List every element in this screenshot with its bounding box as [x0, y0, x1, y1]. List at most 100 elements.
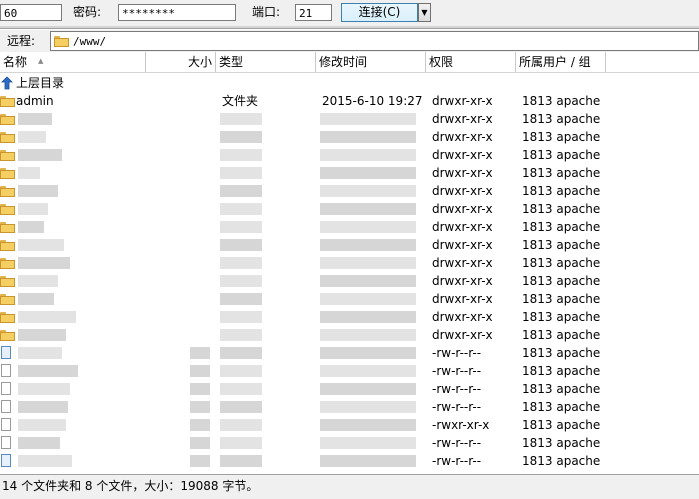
connect-dropdown-button[interactable]: ▼: [418, 3, 431, 22]
file-permissions: drwxr-xr-x: [432, 202, 493, 216]
file-owner: 1813 apache: [522, 184, 601, 198]
redacted-block: [320, 455, 416, 467]
file-owner: 1813 apache: [522, 94, 601, 108]
file-owner: 1813 apache: [522, 112, 601, 126]
file-owner: 1813 apache: [522, 238, 601, 252]
chevron-down-icon: ▼: [421, 8, 428, 17]
redacted-block: [190, 437, 210, 449]
column-header-type[interactable]: 类型: [216, 52, 316, 72]
redacted-block: [220, 347, 262, 359]
table-row[interactable]: drwxr-xr-x 1813 apache: [0, 128, 699, 146]
file-permissions: drwxr-xr-x: [432, 148, 493, 162]
redacted-block: [320, 185, 416, 197]
redacted-block: [220, 221, 262, 233]
redacted-block: [18, 419, 66, 431]
redacted-block: [320, 401, 416, 413]
host-field[interactable]: 60: [0, 4, 62, 21]
file-owner: 1813 apache: [522, 310, 601, 324]
file-permissions: -rw-r--r--: [432, 400, 482, 414]
file-modified: 2015-6-10 19:27: [322, 94, 423, 108]
table-row[interactable]: drwxr-xr-x 1813 apache: [0, 164, 699, 182]
table-row[interactable]: -rw-r--r-- 1813 apache: [0, 452, 699, 470]
folder-icon: [0, 96, 15, 107]
table-row[interactable]: drwxr-xr-x 1813 apache: [0, 110, 699, 128]
table-row[interactable]: -rw-r--r-- 1813 apache: [0, 398, 699, 416]
redacted-block: [220, 293, 262, 305]
column-header-permissions-label: 权限: [429, 55, 454, 69]
table-row[interactable]: drwxr-xr-x 1813 apache: [0, 218, 699, 236]
redacted-block: [18, 365, 78, 377]
redacted-block: [320, 437, 416, 449]
folder-icon: [0, 222, 15, 233]
file-owner: 1813 apache: [522, 364, 601, 378]
redacted-block: [18, 347, 62, 359]
column-header-permissions[interactable]: 权限: [426, 52, 516, 72]
file-owner: 1813 apache: [522, 400, 601, 414]
table-row[interactable]: -rwxr-xr-x 1813 apache: [0, 416, 699, 434]
password-label: 密码:: [73, 5, 102, 19]
file-owner: 1813 apache: [522, 274, 601, 288]
column-header-modified[interactable]: 修改时间: [316, 52, 426, 72]
redacted-block: [18, 149, 62, 161]
table-row[interactable]: -rw-r--r-- 1813 apache: [0, 380, 699, 398]
file-permissions: -rw-r--r--: [432, 346, 482, 360]
table-row[interactable]: drwxr-xr-x 1813 apache: [0, 326, 699, 344]
folder-icon: [0, 330, 15, 341]
file-permissions: drwxr-xr-x: [432, 328, 493, 342]
table-row[interactable]: drwxr-xr-x 1813 apache: [0, 308, 699, 326]
redacted-block: [18, 167, 40, 179]
file-permissions: drwxr-xr-x: [432, 184, 493, 198]
folder-icon: [0, 168, 15, 179]
redacted-block: [220, 401, 262, 413]
table-row[interactable]: -rw-r--r-- 1813 apache: [0, 344, 699, 362]
column-header-owner[interactable]: 所属用户 / 组: [516, 52, 606, 72]
connect-button[interactable]: 连接(C): [341, 3, 418, 22]
column-header-name[interactable]: 名称 ▲: [0, 52, 146, 72]
column-header-size[interactable]: 大小: [146, 52, 216, 72]
remote-path-value: /www/: [73, 35, 107, 48]
redacted-block: [220, 311, 262, 323]
table-row[interactable]: drwxr-xr-x 1813 apache: [0, 146, 699, 164]
table-row[interactable]: -rw-r--r-- 1813 apache: [0, 362, 699, 380]
file-owner: 1813 apache: [522, 220, 601, 234]
file-permissions: -rw-r--r--: [432, 454, 482, 468]
sort-ascending-icon: ▲: [38, 57, 44, 65]
port-field[interactable]: 21: [295, 4, 332, 21]
file-icon: [1, 400, 11, 413]
redacted-block: [18, 401, 68, 413]
table-row[interactable]: drwxr-xr-x 1813 apache: [0, 200, 699, 218]
folder-icon: [0, 204, 15, 215]
parent-directory-row[interactable]: 上层目录: [0, 74, 699, 92]
redacted-block: [18, 113, 52, 125]
table-row[interactable]: drwxr-xr-x 1813 apache: [0, 182, 699, 200]
table-row[interactable]: -rw-r--r-- 1813 apache: [0, 434, 699, 452]
file-owner: 1813 apache: [522, 328, 601, 342]
table-row[interactable]: admin 文件夹 2015-6-10 19:27 drwxr-xr-x 1813 ap…: [0, 92, 699, 110]
file-owner: 1813 apache: [522, 148, 601, 162]
table-row[interactable]: drwxr-xr-x 1813 apache: [0, 236, 699, 254]
redacted-block: [320, 275, 416, 287]
table-row[interactable]: drwxr-xr-x 1813 apache: [0, 254, 699, 272]
redacted-block: [320, 131, 416, 143]
file-owner: 1813 apache: [522, 382, 601, 396]
file-permissions: drwxr-xr-x: [432, 94, 493, 108]
file-owner: 1813 apache: [522, 292, 601, 306]
column-header-size-label: 大小: [187, 55, 212, 69]
file-type: 文件夹: [222, 94, 259, 108]
table-row[interactable]: drwxr-xr-x 1813 apache: [0, 272, 699, 290]
file-permissions: -rw-r--r--: [432, 436, 482, 450]
column-header-owner-label: 所属用户 / 组: [519, 55, 591, 69]
file-permissions: drwxr-xr-x: [432, 256, 493, 270]
table-row[interactable]: drwxr-xr-x 1813 apache: [0, 290, 699, 308]
redacted-block: [18, 239, 64, 251]
file-icon: [1, 418, 11, 431]
file-list[interactable]: 上层目录 admin 文件夹 2015-6-10 19:27 drwxr-xr-x 181…: [0, 74, 699, 473]
remote-path-input[interactable]: /www/: [50, 31, 699, 51]
password-field[interactable]: ********: [118, 4, 236, 21]
redacted-block: [220, 167, 262, 179]
file-owner: 1813 apache: [522, 166, 601, 180]
redacted-block: [220, 185, 262, 197]
file-owner: 1813 apache: [522, 130, 601, 144]
column-header-name-label: 名称: [3, 55, 28, 69]
redacted-block: [190, 383, 210, 395]
